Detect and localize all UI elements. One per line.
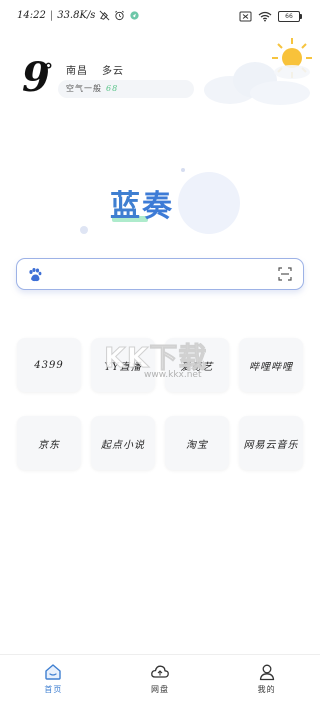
cloud-drive-icon xyxy=(151,665,169,678)
search-box[interactable] xyxy=(16,258,304,290)
decorative-dot xyxy=(181,168,185,172)
air-quality-label: 空气一般 xyxy=(66,84,102,93)
baidu-paw-icon[interactable] xyxy=(27,267,43,283)
battery-icon: 66 xyxy=(278,11,302,22)
site-tile-qidian[interactable]: 起点小说 xyxy=(91,416,155,470)
location-info: 南昌 多云 xyxy=(66,62,124,77)
site-tile-bilibili[interactable]: 哔哩哔哩 xyxy=(239,338,303,392)
profile-icon xyxy=(259,664,274,681)
alarm-icon xyxy=(115,10,125,21)
silent-mode-icon xyxy=(100,10,110,21)
site-tile-jd[interactable]: 京东 xyxy=(17,416,81,470)
decorative-dot xyxy=(80,226,88,234)
city-name: 南昌 xyxy=(66,66,88,77)
logo-char-2: 奏 xyxy=(142,189,174,224)
status-separator: | xyxy=(49,10,54,21)
weather-condition: 多云 xyxy=(102,66,124,77)
site-tile-iqiyi[interactable]: 爱奇艺 xyxy=(165,338,229,392)
site-label: 京东 xyxy=(38,439,60,451)
site-label: 爱奇艺 xyxy=(180,361,214,373)
site-label: 哔哩哔哩 xyxy=(249,361,293,373)
degree-symbol: ° xyxy=(44,60,53,81)
app-notification-icon xyxy=(130,11,140,20)
site-tile-netease-music[interactable]: 网易云音乐 xyxy=(239,416,303,470)
nav-item-profile[interactable]: 我的 xyxy=(213,655,320,711)
bottom-navigation: 首页 网盘 我的 xyxy=(0,654,320,711)
site-label: 4399 xyxy=(34,359,64,371)
scan-icon[interactable] xyxy=(278,267,292,281)
home-icon xyxy=(45,664,62,680)
battery-level: 66 xyxy=(285,13,293,20)
search-input[interactable] xyxy=(49,263,283,287)
nav-label-home: 首页 xyxy=(44,685,63,694)
site-tile-yy[interactable]: YY直播 xyxy=(91,338,155,392)
status-time: 14:22 xyxy=(17,10,46,21)
site-tile-4399[interactable]: 4399 xyxy=(17,338,81,392)
status-bar: 14:22 | 33.8K/s 66 xyxy=(0,0,320,34)
site-shortcut-grid: 4399 YY直播 爱奇艺 哔哩哔哩 京东 起点小说 淘宝 网易云音乐 xyxy=(17,338,305,470)
browser-home-page: 14:22 | 33.8K/s 66 9 ° 南昌 多云 空气一般 68 蓝奏 … xyxy=(0,0,320,711)
site-label: 淘宝 xyxy=(186,439,208,451)
site-label: 起点小说 xyxy=(101,439,145,451)
network-speed: 33.8K/s xyxy=(57,10,96,21)
nav-item-home[interactable]: 首页 xyxy=(0,655,107,711)
wifi-icon xyxy=(258,11,272,22)
site-tile-taobao[interactable]: 淘宝 xyxy=(165,416,229,470)
nav-label-cloud-drive: 网盘 xyxy=(151,685,169,694)
no-sim-icon xyxy=(239,11,252,22)
nav-item-cloud-drive[interactable]: 网盘 xyxy=(107,655,214,711)
app-logo: 蓝奏 xyxy=(110,192,174,222)
site-label: 网易云音乐 xyxy=(243,439,299,451)
decorative-circle xyxy=(178,172,240,234)
status-left: 14:22 | 33.8K/s xyxy=(17,10,140,21)
status-right: 66 xyxy=(239,11,302,22)
nav-label-profile: 我的 xyxy=(257,685,276,694)
logo-char-1: 蓝 xyxy=(110,189,142,224)
site-label: YY直播 xyxy=(104,361,142,373)
air-quality-chip: 空气一般 68 xyxy=(58,80,194,98)
sun-cloud-icon xyxy=(204,38,312,105)
air-quality-value: 68 xyxy=(106,84,119,93)
